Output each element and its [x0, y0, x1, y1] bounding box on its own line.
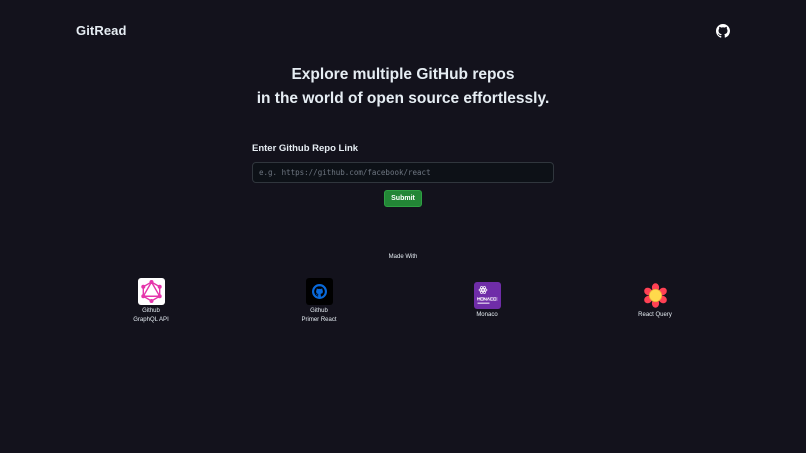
- tech-item-primer-react[interactable]: Github Primer React: [274, 278, 364, 325]
- tech-item-react-query[interactable]: React Query: [610, 282, 700, 320]
- github-icon-glyph: [716, 24, 730, 38]
- tech-label-line2: Primer React: [301, 317, 337, 323]
- made-with-heading: Made With: [388, 254, 418, 260]
- tech-label-line2: GraphQL API: [133, 317, 169, 323]
- tech-item-graphql[interactable]: Github GraphQL API: [106, 278, 196, 325]
- brand-logo-text[interactable]: GitRead: [76, 23, 127, 38]
- tech-label-line1: Github: [310, 308, 328, 314]
- hero-line-1: Explore multiple GitHub repos: [291, 66, 515, 83]
- primer-react-icon: [305, 278, 333, 305]
- graphql-icon: [137, 278, 165, 305]
- submit-button[interactable]: Submit: [384, 190, 422, 207]
- github-icon[interactable]: [716, 24, 730, 38]
- tech-label-line1: Github: [142, 308, 160, 314]
- repo-link-label: Enter Github Repo Link: [252, 143, 359, 154]
- tech-item-monaco[interactable]: Monaco: [442, 282, 532, 320]
- hero-line-2: in the world of open source effortlessly…: [256, 90, 550, 107]
- react-query-icon: [641, 282, 669, 309]
- monaco-editor-icon: [473, 282, 501, 309]
- page: GitRead Explore multiple GitHub repos in…: [0, 0, 806, 453]
- repo-link-input[interactable]: [252, 162, 554, 183]
- tech-label-line1: Monaco: [476, 312, 498, 318]
- hero-heading: Explore multiple GitHub repos in the wor…: [0, 63, 806, 111]
- tech-label-line1: React Query: [638, 312, 672, 318]
